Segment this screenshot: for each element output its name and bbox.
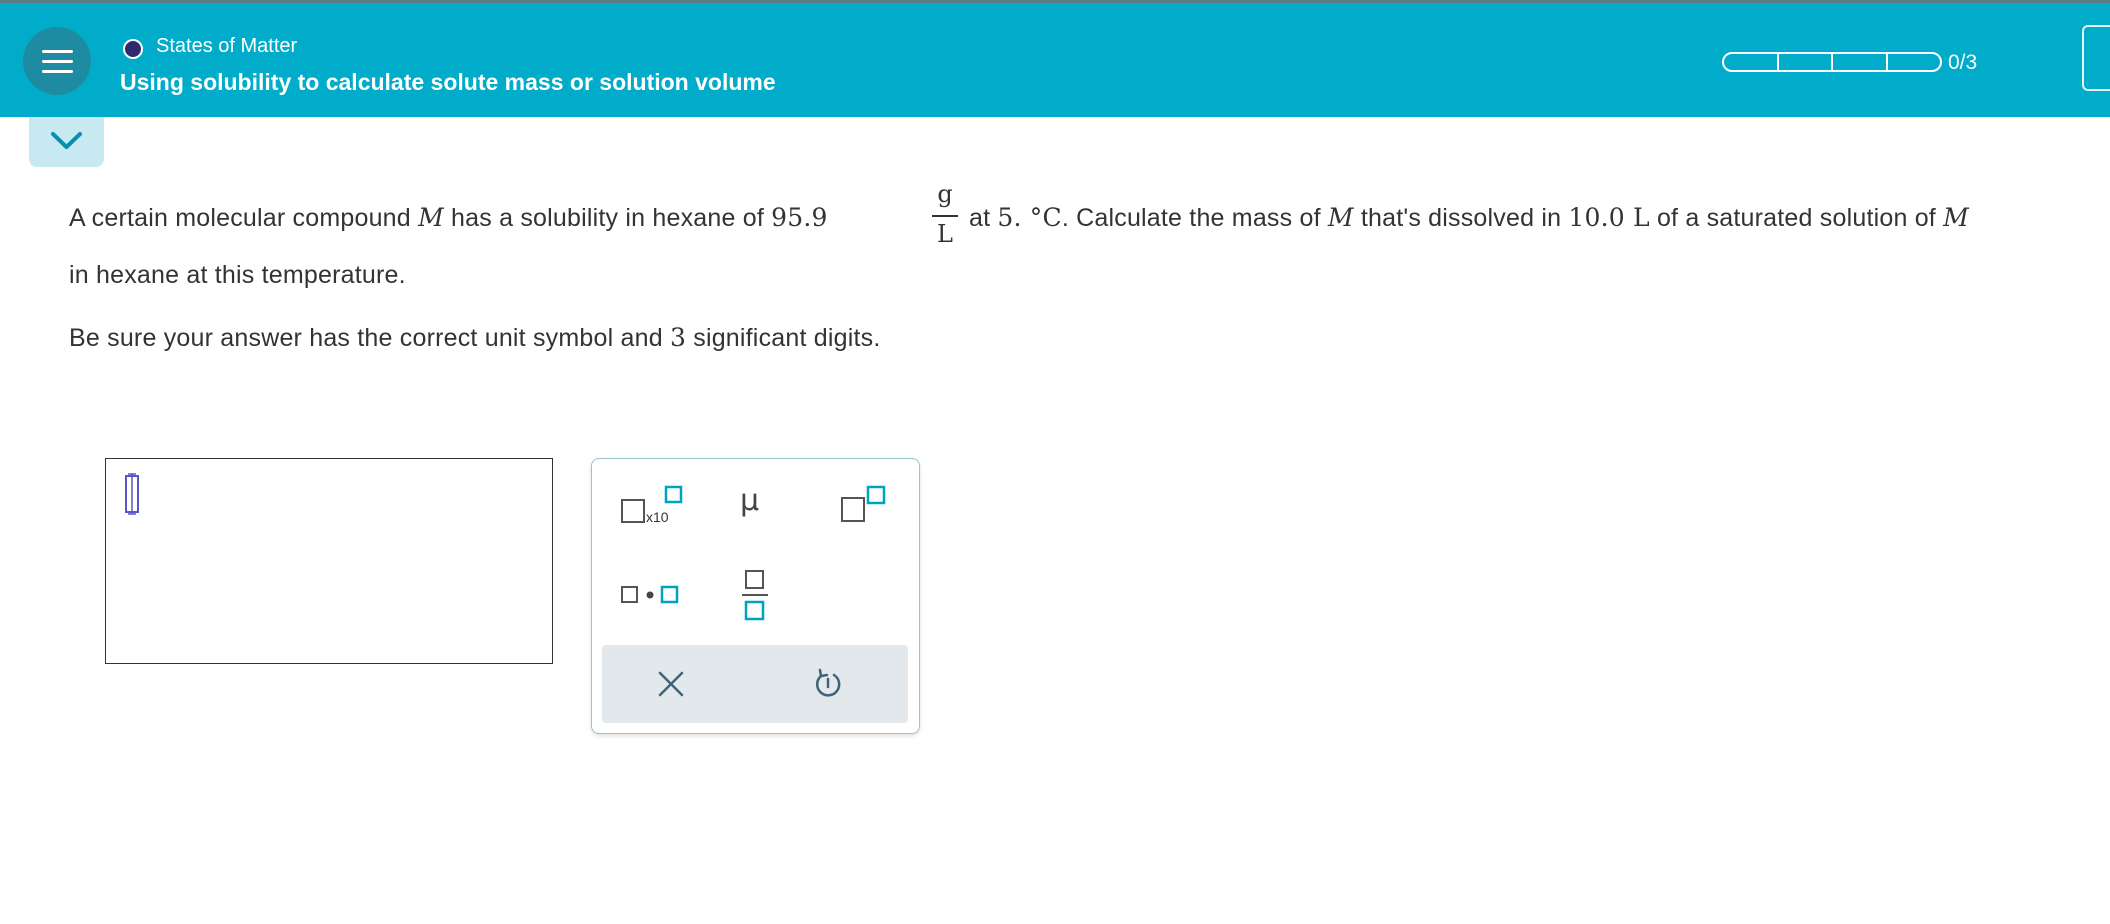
hamburger-icon xyxy=(42,50,73,53)
topic-dot-icon xyxy=(123,39,143,59)
question-line-1: A certain molecular compound M has a sol… xyxy=(69,203,828,232)
undo-icon xyxy=(815,668,841,697)
collapse-toggle-button[interactable] xyxy=(29,117,104,167)
page-title: Using solubility to calculate solute mas… xyxy=(120,69,776,95)
temperature-value: 5. °C xyxy=(997,203,1062,232)
close-icon xyxy=(658,671,684,697)
clear-button[interactable] xyxy=(656,669,690,701)
unit-denominator: L xyxy=(937,220,953,248)
undo-button[interactable] xyxy=(812,667,846,701)
header-bar: States of Matter Using solubility to cal… xyxy=(0,3,2110,117)
superscript-button[interactable] xyxy=(840,485,888,525)
multiply-dot-icon xyxy=(621,585,679,604)
superscript-icon xyxy=(841,485,886,522)
progress-segment xyxy=(1776,52,1833,72)
question-line-1-rest: at 5. °C. Calculate the mass of M that's… xyxy=(969,203,1969,232)
fraction-bar xyxy=(932,215,958,217)
progress-segment xyxy=(1831,52,1888,72)
menu-button[interactable] xyxy=(23,27,91,95)
variable-m: M xyxy=(1943,203,1969,232)
chevron-down-icon xyxy=(51,132,82,149)
math-palette: x10 μ xyxy=(591,458,920,734)
side-panel-tab[interactable] xyxy=(2082,25,2110,91)
topic-label: States of Matter xyxy=(156,35,298,57)
unit-numerator: g xyxy=(937,180,953,208)
action-bar xyxy=(602,645,908,723)
text-cursor-icon xyxy=(125,473,139,515)
micro-button[interactable]: μ xyxy=(740,483,770,523)
solubility-value: 95.9 xyxy=(771,203,828,232)
sci-label: x10 xyxy=(646,509,669,525)
question-line-2: in hexane at this temperature. xyxy=(69,261,406,289)
volume-value: 10.0 L xyxy=(1568,203,1650,232)
scientific-notation-button[interactable]: x10 xyxy=(620,485,684,529)
answer-input[interactable] xyxy=(105,458,553,664)
instruction-text: Be sure your answer has the correct unit… xyxy=(69,323,881,352)
fraction-button[interactable] xyxy=(740,569,770,621)
score-label: 0/3 xyxy=(1948,51,1978,74)
variable-m: M xyxy=(1327,203,1354,232)
progress-bar xyxy=(1722,52,1942,72)
progress-segment xyxy=(1722,52,1779,72)
multiply-dot-button[interactable] xyxy=(620,581,680,609)
variable-m: M xyxy=(418,203,444,232)
progress-segment xyxy=(1885,52,1942,72)
fraction-icon xyxy=(742,570,768,621)
